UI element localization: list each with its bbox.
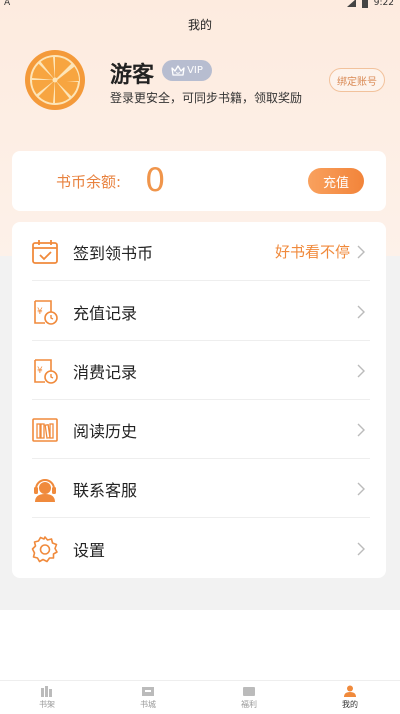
- menu-item-recharge-records[interactable]: ¥ 充值记录: [12, 282, 386, 341]
- menu-item-label: 联系客服: [73, 480, 138, 500]
- menu-item-reading-history[interactable]: 阅读历史: [12, 400, 386, 459]
- balance-card: 书币余额: 0 充值: [12, 151, 386, 211]
- tab-mine[interactable]: 我的: [325, 685, 375, 710]
- menu-item-consumption-records[interactable]: ¥ 消费记录: [12, 341, 386, 400]
- tab-label: 福利: [241, 700, 257, 709]
- status-right: 9:22: [346, 0, 394, 8]
- crown-icon: [171, 64, 185, 76]
- chevron-right-icon: [357, 305, 365, 318]
- menu-item-checkin[interactable]: 签到领书币 好书看不停: [12, 222, 386, 281]
- status-bar: A 9:22: [0, 0, 400, 10]
- login-hint: 登录更安全，可同步书籍，领取奖励: [110, 91, 303, 105]
- tab-label: 书城: [140, 700, 156, 709]
- menu-item-label: 充值记录: [73, 303, 138, 323]
- bookshelf-icon: [32, 417, 58, 442]
- tab-label: 书架: [39, 700, 55, 709]
- vip-label: VIP: [187, 65, 203, 76]
- tab-bookshelf[interactable]: 书架: [22, 685, 72, 710]
- menu-item-label: 阅读历史: [73, 421, 138, 441]
- receipt-clock-icon: ¥: [34, 358, 58, 384]
- calendar-check-icon: [32, 239, 58, 264]
- vip-badge: VIP: [162, 60, 212, 81]
- tab-label: 我的: [342, 700, 358, 709]
- balance-label: 书币余额:: [56, 173, 122, 191]
- avatar[interactable]: [24, 49, 86, 111]
- tab-store[interactable]: 书城: [123, 685, 173, 710]
- menu-item-settings[interactable]: 设置: [12, 519, 386, 578]
- menu-list: 签到领书币 好书看不停 ¥ 充值记录 ¥ 消费记录 阅读历史 联系客服 设置: [12, 222, 386, 578]
- battery-icon: [361, 0, 368, 8]
- bottom-spacer: [0, 610, 400, 680]
- gear-icon: [31, 535, 58, 562]
- chevron-right-icon: [357, 245, 365, 258]
- bottom-tab-bar: 书架 书城 福利 我的: [0, 680, 400, 714]
- username: 游客: [110, 63, 155, 88]
- svg-text:¥: ¥: [37, 307, 43, 317]
- recharge-button[interactable]: 充值: [308, 168, 364, 194]
- balance-value: 0: [145, 161, 166, 199]
- bind-account-button[interactable]: 绑定账号: [329, 68, 385, 92]
- header-background: [0, 0, 400, 256]
- divider: [32, 517, 370, 518]
- menu-item-customer-service[interactable]: 联系客服: [12, 459, 386, 518]
- bookshelf-tab-icon: [41, 686, 52, 697]
- tab-welfare[interactable]: 福利: [224, 685, 274, 710]
- svg-text:¥: ¥: [37, 366, 43, 376]
- page-title: 我的: [187, 18, 212, 32]
- status-left-glyph: A: [4, 0, 11, 8]
- signal-icon: [346, 0, 356, 7]
- chevron-right-icon: [357, 482, 365, 495]
- gift-tab-icon: [243, 687, 255, 696]
- chevron-right-icon: [357, 364, 365, 377]
- chevron-right-icon: [357, 542, 365, 555]
- menu-item-promo: 好书看不停: [274, 243, 350, 261]
- status-time: 9:22: [373, 0, 394, 8]
- menu-item-label: 签到领书币: [73, 243, 154, 263]
- menu-item-label: 设置: [73, 540, 106, 560]
- store-tab-icon: [142, 687, 154, 696]
- receipt-clock-icon: ¥: [34, 299, 58, 325]
- divider: [32, 280, 370, 281]
- user-tab-icon: [344, 685, 356, 697]
- headset-icon: [34, 478, 56, 502]
- chevron-right-icon: [357, 423, 365, 436]
- menu-item-label: 消费记录: [73, 362, 138, 382]
